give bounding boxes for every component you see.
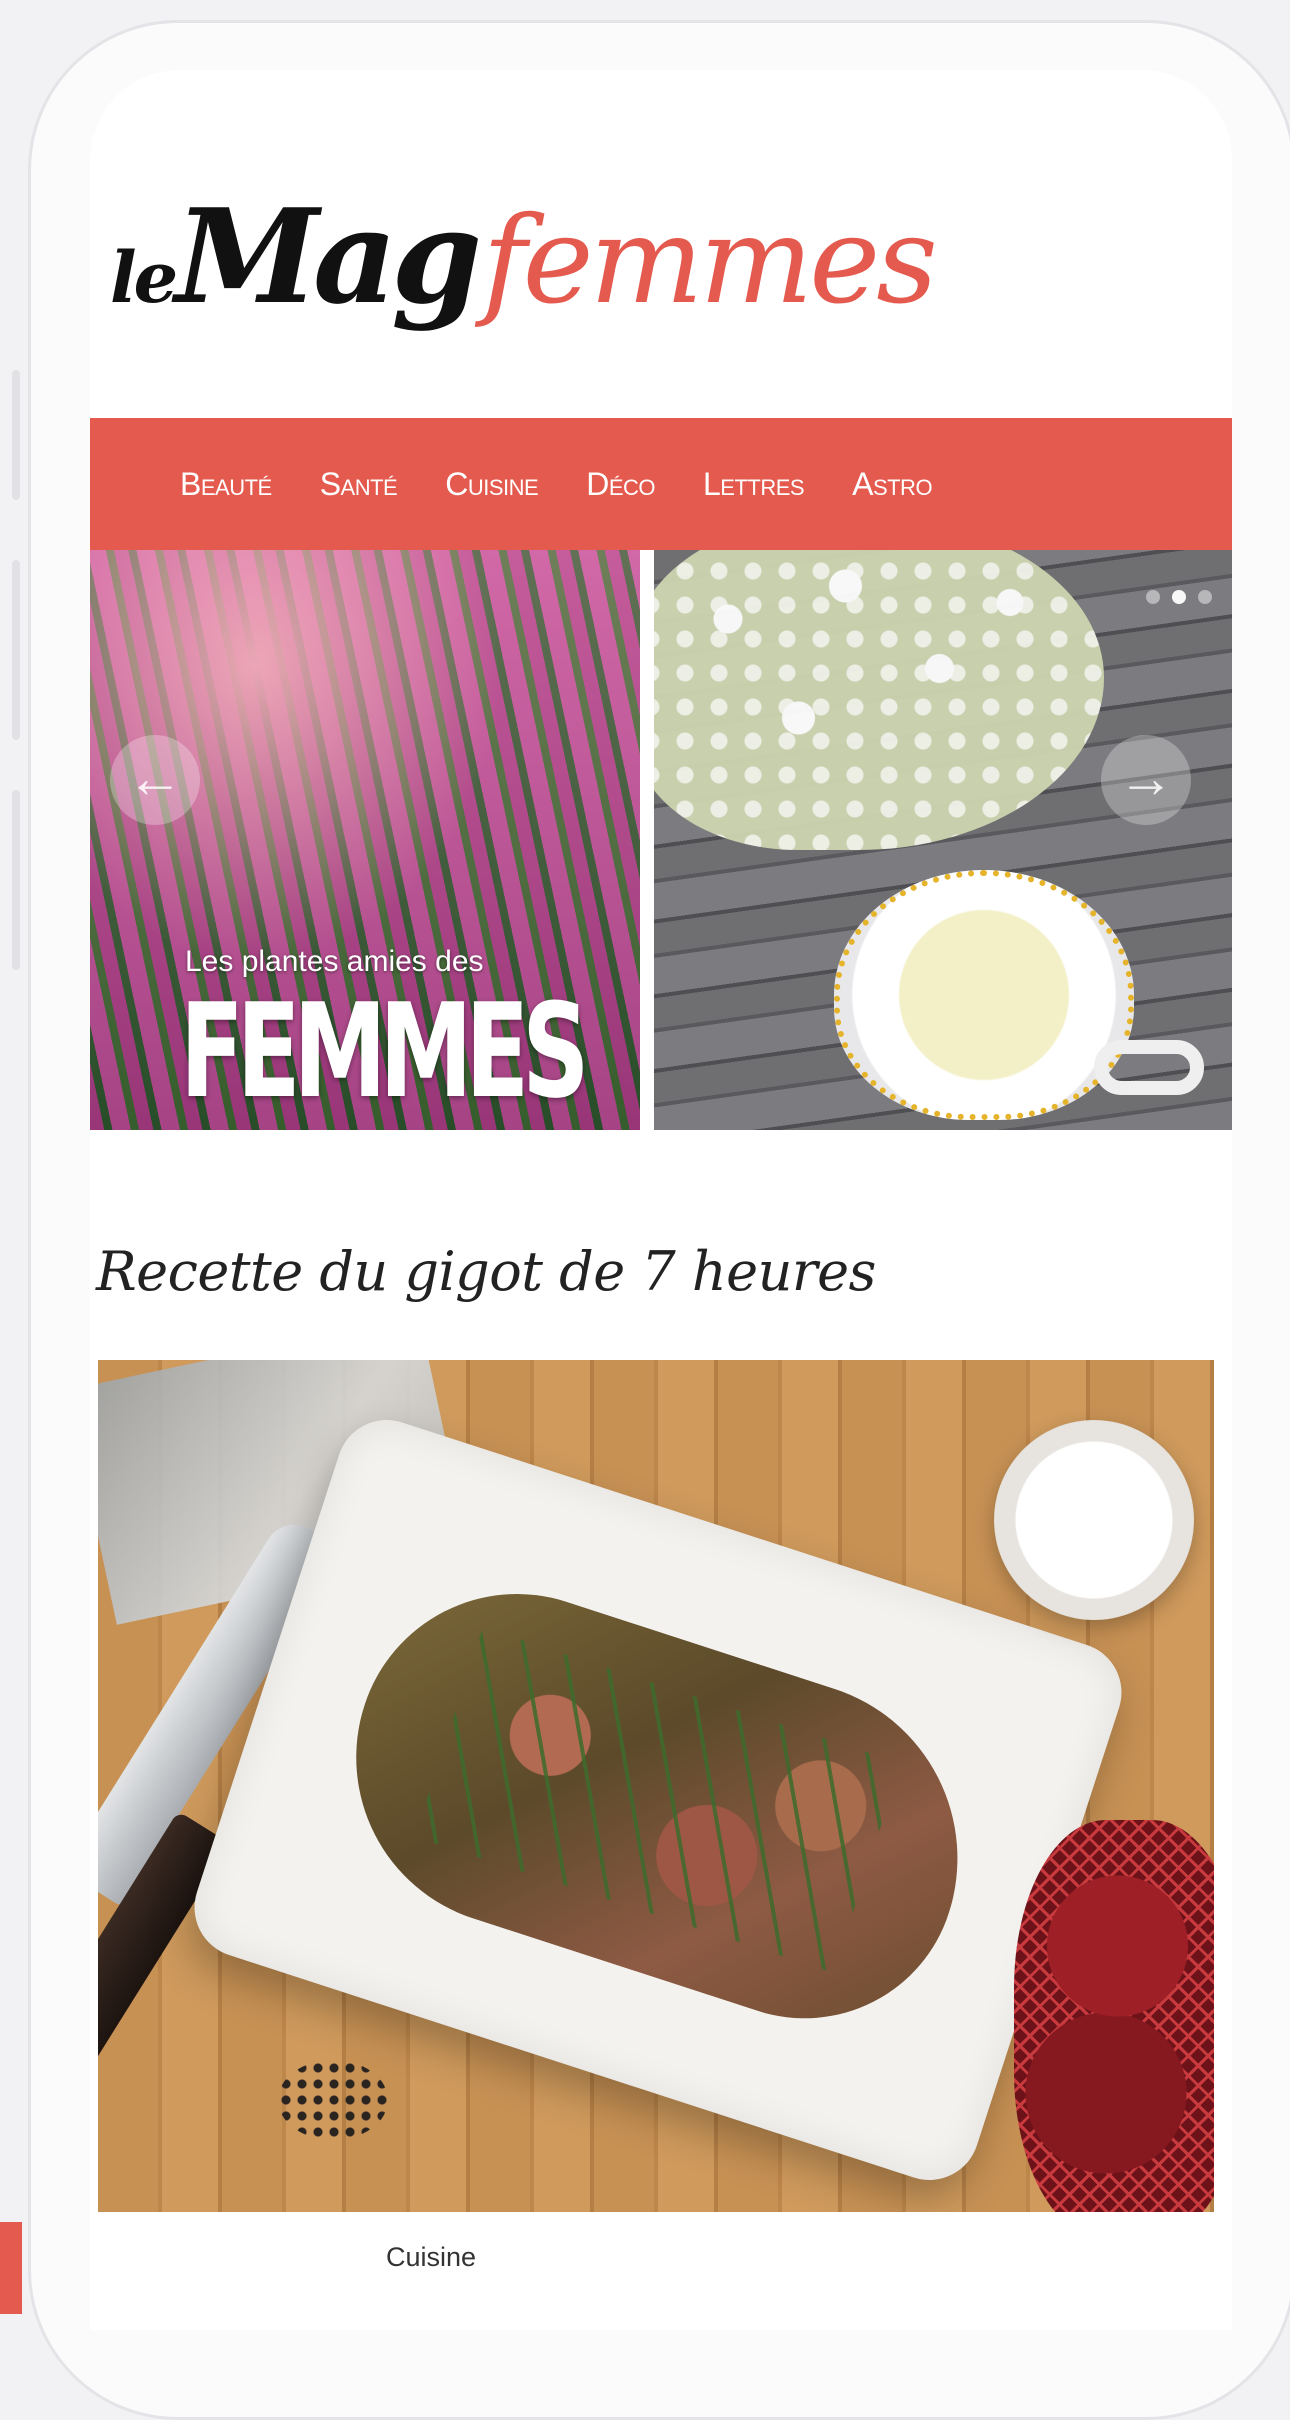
arrow-left-icon[interactable]: ← (110, 735, 200, 825)
carousel-dot-2[interactable] (1172, 590, 1186, 604)
arrow-right-icon[interactable]: → (1101, 735, 1191, 825)
nav-item-sante[interactable]: Santé (320, 466, 398, 503)
nav-item-beaute[interactable]: Beauté (180, 466, 272, 503)
nav-item-cuisine[interactable]: Cuisine (445, 466, 538, 503)
site-logo[interactable]: le Mag femmes (110, 180, 938, 380)
slide-caption-big: FEMMES (180, 975, 590, 1127)
nav-item-astro[interactable]: Astro (852, 466, 932, 503)
slide-chamomile-image[interactable]: → (654, 550, 1232, 1130)
teacup-handle (1094, 1040, 1204, 1095)
phone-volume-up (12, 560, 20, 740)
slide-heather-image[interactable]: Les plantes amies des FEMMES ← (90, 550, 640, 1130)
side-accent-bar (0, 2222, 22, 2314)
article-image[interactable] (98, 1360, 1214, 2212)
nav-item-lettres[interactable]: Lettres (703, 466, 805, 503)
main-nav: Beauté Santé Cuisine Déco Lettres Astro (90, 418, 1232, 550)
teacup-image (834, 870, 1134, 1120)
carousel-dots (1146, 590, 1212, 604)
logo-le: le (110, 236, 178, 319)
logo-femmes: femmes (482, 192, 938, 331)
logo-mag: Mag (175, 180, 482, 333)
slide-caption-small: Les plantes amies des (185, 945, 484, 978)
red-onions (1014, 1820, 1214, 2212)
article-category[interactable]: Cuisine (386, 2242, 476, 2273)
nav-item-deco[interactable]: Déco (586, 466, 655, 503)
hero-carousel[interactable]: Les plantes amies des FEMMES ← → (90, 550, 1232, 1130)
salt-bowl (994, 1420, 1194, 1620)
phone-volume-down (12, 790, 20, 970)
phone-side-button (12, 370, 20, 500)
carousel-dot-1[interactable] (1146, 590, 1160, 604)
carousel-dot-3[interactable] (1198, 590, 1212, 604)
peppercorns (278, 2060, 388, 2140)
white-flowers-image (654, 550, 1104, 850)
article-title[interactable]: Recette du gigot de 7 heures (96, 1240, 876, 1303)
phone-screen: le Mag femmes Beauté Santé Cuisine Déco … (90, 70, 1232, 2330)
